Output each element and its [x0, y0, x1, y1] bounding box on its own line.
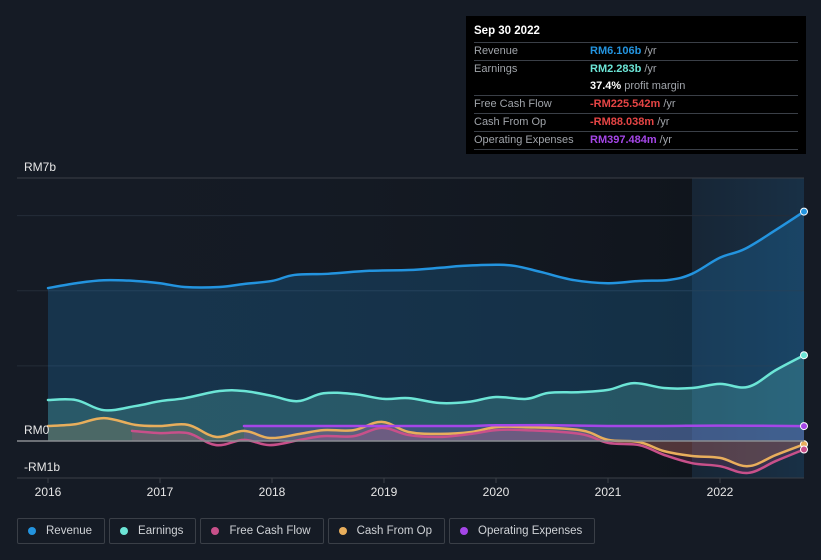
legend-label: Free Cash Flow [229, 525, 311, 537]
legend-label: Operating Expenses [478, 525, 583, 537]
legend-item-revenue[interactable]: Revenue [17, 518, 106, 544]
free-cash-flow-endpoint [800, 445, 808, 454]
tooltip-row-suffix: /yr [657, 116, 670, 128]
tooltip-row-suffix: /yr [644, 63, 657, 75]
tooltip-row-value: -RM88.038m [590, 116, 655, 128]
tooltip-row-suffix: profit margin [624, 80, 686, 92]
tooltip-row: Operating Expenses RM397.484m/yr [474, 132, 798, 150]
tooltip-row-label: Revenue [474, 45, 519, 57]
x-tick-label: 2019 [370, 485, 398, 499]
tooltip-row: Revenue RM6.106b/yr [474, 43, 798, 61]
legend-label: Revenue [46, 525, 93, 537]
y-axis-top-label: RM7b [24, 160, 57, 174]
legend: Revenue Earnings Free Cash Flow Cash From O… [17, 518, 596, 544]
legend-item-free-cash-flow[interactable]: Free Cash Flow [200, 518, 324, 544]
earnings-endpoint [800, 351, 808, 360]
tooltip-row-label: Operating Expenses [474, 134, 574, 146]
operating-expenses-endpoint [800, 422, 808, 431]
tooltip-row-label: Free Cash Flow [474, 98, 552, 110]
tooltip-row: Free Cash Flow -RM225.542m/yr [474, 96, 798, 114]
tooltip-row-value: RM2.283b [590, 63, 642, 75]
legend-item-operating-expenses[interactable]: Operating Expenses [449, 518, 596, 544]
tooltip-row-suffix: /yr [663, 98, 676, 110]
tooltip-row-value: RM397.484m [590, 134, 657, 146]
y-axis-bottom-label: -RM1b [24, 460, 61, 474]
legend-dot-icon [338, 527, 347, 535]
y-axis-zero-label: RM0 [24, 423, 50, 437]
tooltip-row-suffix: /yr [644, 45, 657, 57]
tooltip-row: Cash From Op -RM88.038m/yr [474, 114, 798, 132]
legend-dot-icon [460, 527, 469, 535]
tooltip-row-label [474, 78, 590, 95]
legend-item-earnings[interactable]: Earnings [109, 518, 197, 544]
x-tick-label: 2017 [146, 485, 174, 499]
tooltip-row-value: 37.4% [590, 80, 622, 92]
legend-label: Earnings [138, 525, 184, 537]
tooltip-row: Earnings RM2.283b/yr [474, 61, 798, 78]
legend-dot-icon [120, 527, 129, 535]
legend-label: Cash From Op [356, 525, 433, 537]
revenue-endpoint [800, 207, 808, 216]
legend-dot-icon [211, 527, 220, 535]
tooltip-date: Sep 30 2022 [474, 22, 798, 43]
tooltip-row-label: Earnings [474, 63, 518, 75]
operating-expenses-line [242, 423, 806, 428]
x-tick-label: 2020 [482, 485, 510, 499]
x-tick-label: 2022 [706, 485, 734, 499]
tooltip-row-suffix: /yr [659, 134, 672, 146]
x-tick-label: 2021 [594, 485, 622, 499]
tooltip-row-label: Cash From Op [474, 116, 547, 128]
x-tick-label: 2016 [34, 485, 62, 499]
legend-item-cash-from-op[interactable]: Cash From Op [327, 518, 446, 544]
tooltip-row-value: RM6.106b [590, 45, 642, 57]
x-tick-label: 2018 [258, 485, 286, 499]
legend-dot-icon [28, 527, 36, 535]
tooltip-row-value: -RM225.542m [590, 98, 661, 110]
tooltip-panel: Sep 30 2022 Revenue RM6.106b/yr Earnings RM… [466, 16, 806, 154]
tooltip-row: 37.4% profit margin [474, 78, 798, 96]
